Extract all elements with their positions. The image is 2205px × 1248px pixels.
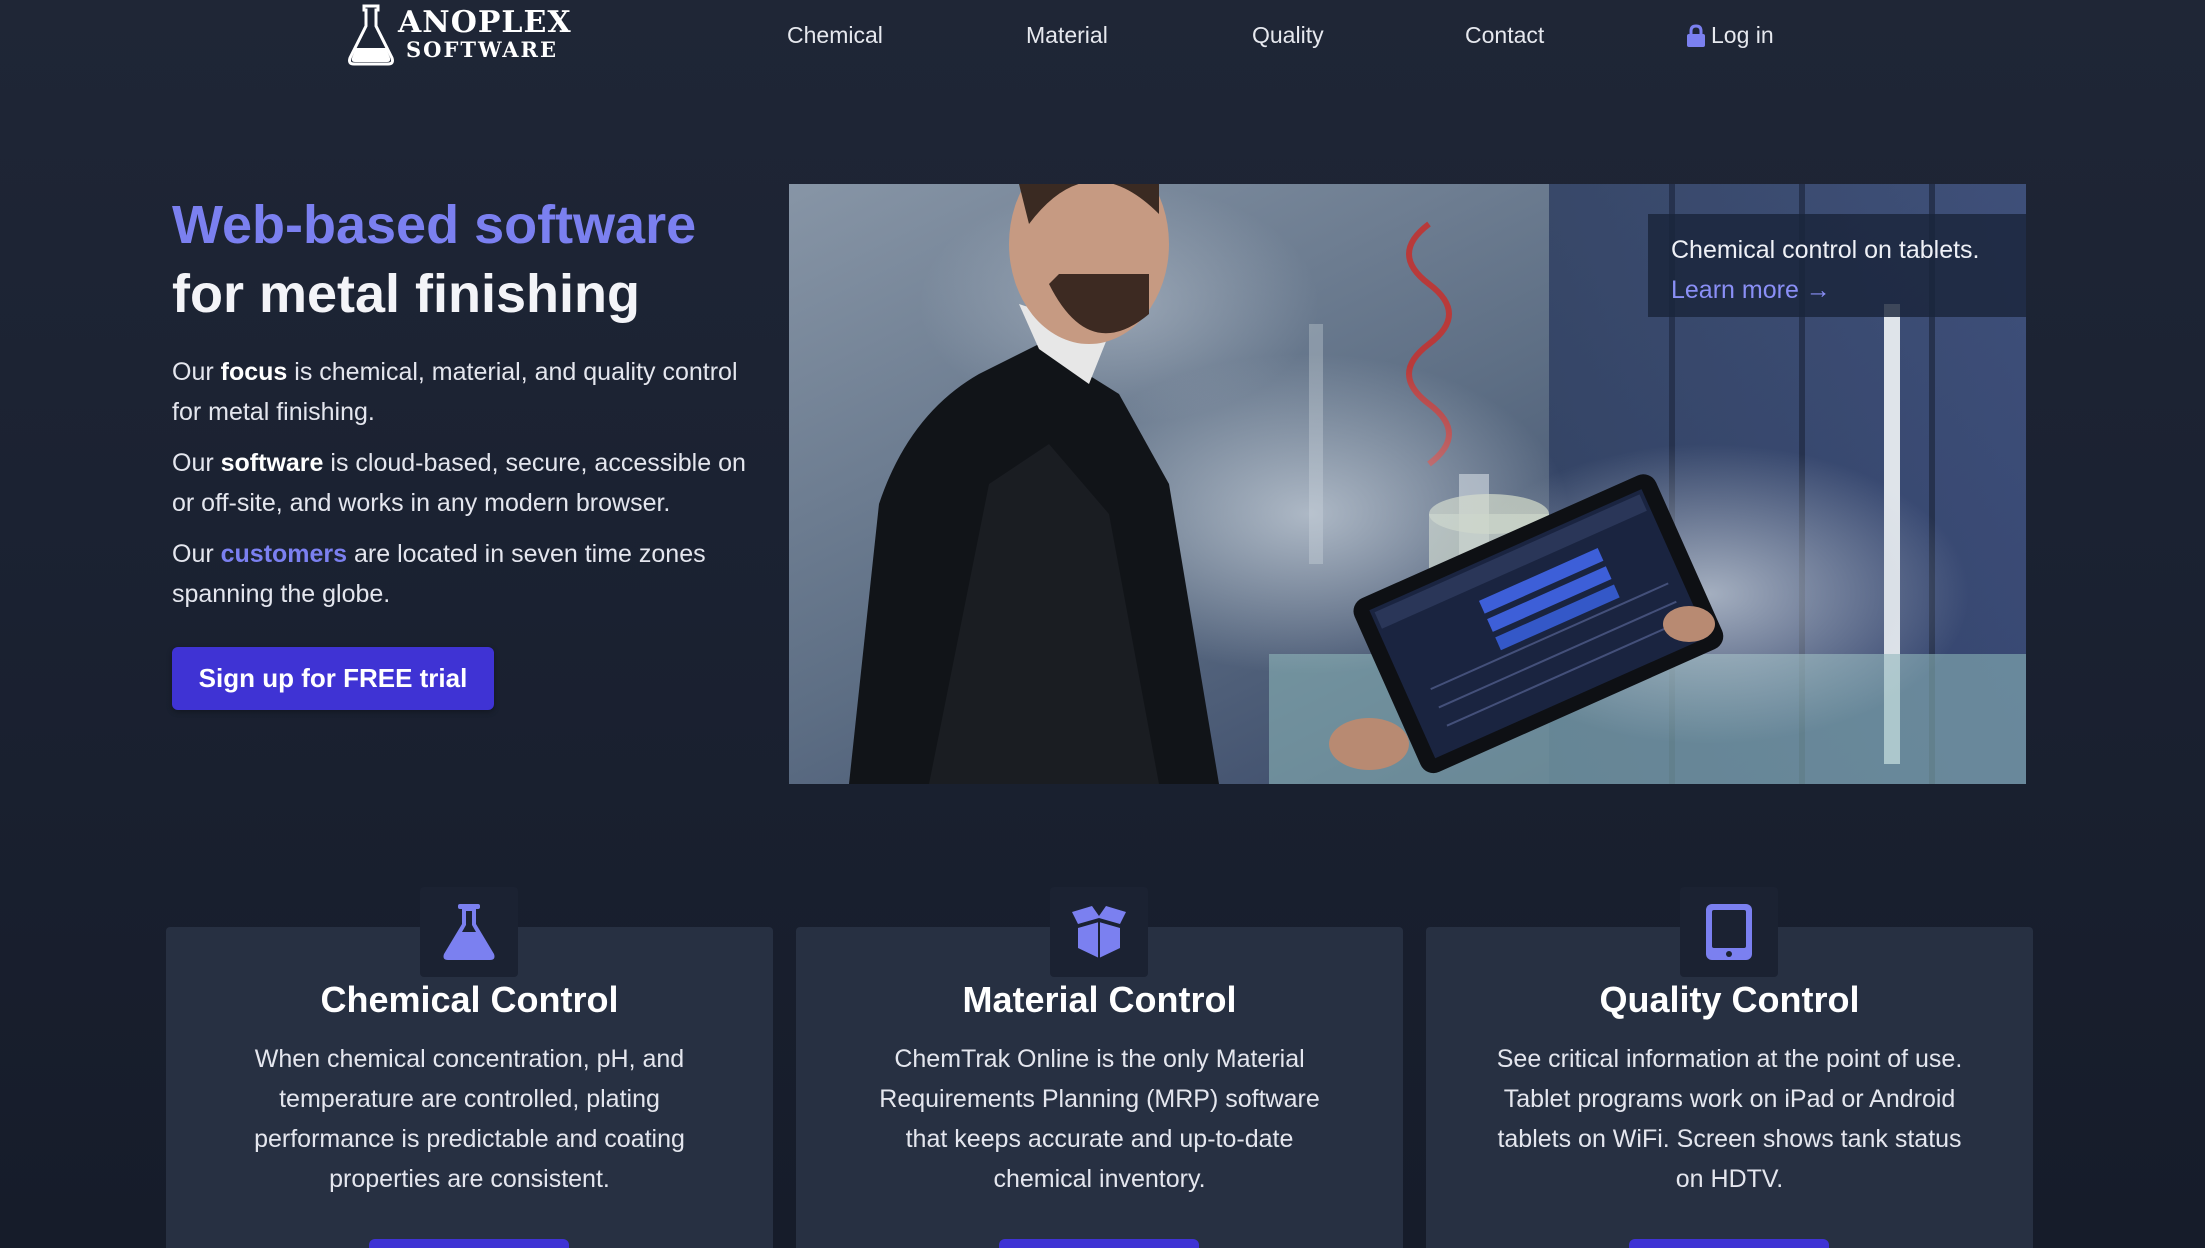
hero-software-paragraph: Our software is cloud-based, secure, acc… <box>172 449 746 517</box>
card-button[interactable] <box>999 1239 1199 1248</box>
box-icon <box>1072 906 1126 958</box>
nav-quality-link[interactable]: Quality <box>1252 22 1324 49</box>
card-button[interactable] <box>369 1239 569 1248</box>
flask-logo-icon <box>348 4 394 66</box>
page: ANOPLEX SOFTWARE Chemical Material Quali… <box>0 0 2205 1248</box>
card-title: Chemical Control <box>320 979 619 1020</box>
chemical-control-card: Chemical Control When chemical concentra… <box>166 887 773 1248</box>
hero-customers-paragraph: Our customers are located in seven time … <box>172 540 706 608</box>
hero-caption: Chemical control on tablets. Learn more … <box>1648 214 2026 317</box>
learn-more-link[interactable]: Learn more → <box>1671 270 2026 310</box>
hero-title-rest: for metal finishing <box>172 264 641 324</box>
hero-title-accent: Web-based software <box>172 195 697 255</box>
card-text: ChemTrak Online is the only Material Req… <box>879 1045 1320 1193</box>
nav-contact-link[interactable]: Contact <box>1465 22 1544 49</box>
caption-text: Chemical control on tablets. <box>1671 236 1980 264</box>
login-label: Log in <box>1711 22 1774 48</box>
top-nav: ANOPLEX SOFTWARE Chemical Material Quali… <box>0 0 2205 76</box>
free-trial-button[interactable]: Sign up for FREE trial <box>172 647 494 710</box>
card-text: See critical information at the point of… <box>1496 1045 1963 1193</box>
nav-chemical-link[interactable]: Chemical <box>787 22 883 49</box>
logo-line2: SOFTWARE <box>406 37 558 62</box>
customers-link[interactable]: customers <box>221 540 347 568</box>
card-title: Material Control <box>962 979 1237 1020</box>
card-button[interactable] <box>1629 1239 1829 1248</box>
nav-material-link[interactable]: Material <box>1026 22 1108 49</box>
anoplex-logo[interactable]: ANOPLEX SOFTWARE <box>346 2 586 68</box>
card-title: Quality Control <box>1599 979 1860 1020</box>
hero-title: Web-based software for metal finishing <box>172 190 772 328</box>
login-link[interactable]: Log in <box>1686 22 1774 49</box>
tablet-icon <box>1706 904 1752 960</box>
material-control-card: Material Control ChemTrak Online is the … <box>796 887 1403 1248</box>
lock-icon <box>1687 23 1705 47</box>
flask-icon <box>443 904 495 960</box>
card-text: When chemical concentration, pH, and tem… <box>254 1045 685 1193</box>
quality-control-card: Quality Control See critical information… <box>1426 887 2033 1248</box>
logo-line1: ANOPLEX <box>398 5 572 40</box>
hero-focus-paragraph: Our focus is chemical, material, and qua… <box>172 358 738 426</box>
